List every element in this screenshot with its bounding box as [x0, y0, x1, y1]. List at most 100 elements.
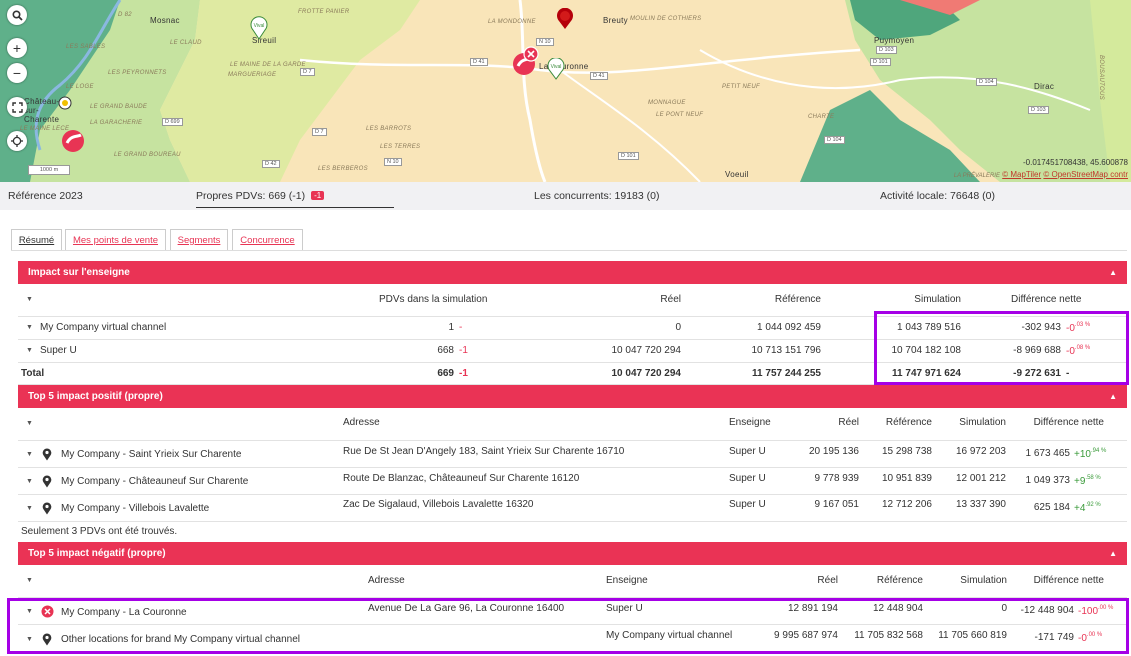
- table-row[interactable]: ▼ My Company virtual channel 1 - 0 1 044…: [18, 317, 1127, 340]
- tab-resume[interactable]: Résumé: [11, 229, 62, 250]
- table-row[interactable]: ▼ Other locations for brand My Company v…: [18, 625, 1127, 653]
- map-search-button[interactable]: [7, 5, 27, 25]
- pct-value: +9: [1074, 476, 1086, 487]
- map-label: LES PEYRONNETS: [108, 70, 167, 76]
- map-label: LA MONDONNE: [488, 19, 536, 25]
- local-activity-kpi[interactable]: Activité locale: 76648 (0): [880, 190, 995, 202]
- row-pdvs-delta: -: [459, 322, 463, 333]
- chevron-down-icon[interactable]: ▼: [26, 608, 33, 615]
- tab-concurrence[interactable]: Concurrence: [232, 229, 303, 250]
- map-label: LES TERRES: [380, 144, 421, 150]
- table-row[interactable]: ▼ My Company - La Couronne Avenue De La …: [18, 598, 1127, 625]
- table-row[interactable]: ▼ Super U 668 -1 10 047 720 294 10 713 1…: [18, 340, 1127, 363]
- competitor-marker-icon[interactable]: [556, 8, 574, 30]
- col-pdvs: PDVs dans la simulation: [379, 294, 488, 305]
- col-simulation: Simulation: [959, 417, 1006, 428]
- fullscreen-button[interactable]: [7, 97, 27, 117]
- chevron-down-icon[interactable]: ▼: [26, 347, 33, 354]
- col-simulation: Simulation: [914, 294, 961, 305]
- road-label: D 103: [1028, 106, 1049, 114]
- map[interactable]: D 82 Mosnac FROTTE PANIER LA MONDONNE Br…: [0, 0, 1131, 182]
- chevron-down-icon[interactable]: ▼: [26, 577, 33, 584]
- row-reference: 15 298 738: [881, 446, 932, 457]
- pct-decimals: .00 %: [1098, 605, 1114, 611]
- row-adresse: Rue De St Jean D'Angely 183, Saint Yriei…: [343, 446, 625, 457]
- pct-value: -100: [1078, 606, 1099, 617]
- col-simulation: Simulation: [960, 575, 1007, 586]
- map-label: MARGUERIAGE: [228, 72, 277, 78]
- map-label: LES BERBEROS: [318, 166, 368, 172]
- row-simulation: 11 705 660 819: [938, 630, 1007, 641]
- road-label: D 42: [262, 160, 280, 168]
- map-attribution: LA PRÉVALERIE © MapTiler © OpenStreetMap…: [954, 170, 1128, 179]
- total-reference: 11 757 244 255: [752, 368, 821, 379]
- tab-divider: [11, 250, 1127, 251]
- row-reference: 12 448 904: [872, 603, 923, 614]
- competitors-kpi[interactable]: Les concurrents: 19183 (0): [534, 190, 660, 202]
- row-pdvs: 668: [437, 345, 454, 356]
- osm-link[interactable]: © OpenStreetMap contr: [1043, 170, 1128, 179]
- chevron-down-icon[interactable]: ▼: [26, 324, 33, 331]
- row-pdvs-delta: -1: [459, 345, 468, 356]
- row-reel: 12 891 194: [787, 603, 838, 614]
- tab-segments[interactable]: Segments: [170, 229, 228, 250]
- col-diff: Différence nette: [1011, 294, 1082, 305]
- row-enseigne: Super U: [729, 499, 766, 510]
- chevron-down-icon[interactable]: ▼: [26, 451, 33, 458]
- total-pdvs: 669: [437, 368, 454, 379]
- map-label: LE GRAND BOUREAU: [114, 152, 181, 158]
- row-reference: 10 713 151 796: [751, 345, 821, 356]
- location-pin-icon: [42, 633, 52, 646]
- collapse-icon[interactable]: ▲: [1109, 268, 1117, 277]
- store-marker-icon[interactable]: [58, 96, 72, 110]
- impact-section-header[interactable]: Impact sur l'enseigne ▲: [18, 261, 1127, 284]
- road-label: D 7: [300, 68, 315, 76]
- chevron-down-icon[interactable]: ▼: [26, 478, 33, 485]
- positive-section-title: Top 5 impact positif (propre): [28, 391, 163, 402]
- own-pdvs-kpi[interactable]: Propres PDVs: 669 (-1) -1: [196, 190, 325, 202]
- row-reference: 10 951 839: [881, 473, 932, 484]
- chevron-down-icon[interactable]: ▼: [26, 296, 33, 303]
- total-diff: -9 272 631: [1013, 368, 1061, 379]
- pct-value: +10: [1074, 449, 1091, 460]
- store-marker-icon[interactable]: Vival: [547, 58, 565, 80]
- positive-section-header[interactable]: Top 5 impact positif (propre) ▲: [18, 385, 1127, 408]
- map-label: LE CLAUD: [170, 40, 202, 46]
- row-reel: 20 195 136: [808, 446, 859, 457]
- map-label: LES BARROTS: [366, 126, 412, 132]
- zoom-out-button[interactable]: −: [7, 63, 27, 83]
- row-pct: -0.00 %: [1078, 632, 1102, 644]
- chevron-down-icon[interactable]: ▼: [26, 636, 33, 643]
- table-row[interactable]: ▼ My Company - Saint Yrieix Sur Charente…: [18, 441, 1127, 468]
- col-enseigne: Enseigne: [606, 575, 648, 586]
- chevron-down-icon[interactable]: ▼: [26, 505, 33, 512]
- zoom-in-button[interactable]: +: [7, 38, 27, 58]
- collapse-icon[interactable]: ▲: [1109, 392, 1117, 401]
- table-row[interactable]: ▼ My Company - Châteauneuf Sur Charente …: [18, 468, 1127, 495]
- map-label: LE GRAND BAUDE: [90, 104, 148, 110]
- tab-mes-points-de-vente[interactable]: Mes points de vente: [65, 229, 166, 250]
- row-pct: -0.08 %: [1066, 345, 1090, 357]
- pct-value: -0: [1066, 323, 1075, 334]
- collapse-icon[interactable]: ▲: [1109, 549, 1117, 558]
- road-label: D 41: [470, 58, 488, 66]
- col-diff: Différence nette: [1033, 417, 1104, 428]
- locate-button[interactable]: [7, 131, 27, 151]
- row-enseigne: Super U: [729, 473, 766, 484]
- col-reel: Réel: [838, 417, 859, 428]
- col-adresse: Adresse: [343, 417, 380, 428]
- closed-store-marker-icon[interactable]: [510, 46, 540, 78]
- table-row[interactable]: ▼ My Company - Villebois Lavalette Zac D…: [18, 495, 1127, 522]
- attribution-prefix: LA PRÉVALERIE: [953, 173, 1000, 179]
- row-reel: 10 047 720 294: [611, 345, 681, 356]
- row-reel: 0: [675, 322, 681, 333]
- own-store-marker-icon[interactable]: [60, 128, 86, 154]
- impact-section-title: Impact sur l'enseigne: [28, 267, 130, 278]
- maptiler-link[interactable]: © MapTiler: [1002, 170, 1041, 179]
- row-name: Super U: [40, 345, 77, 356]
- chevron-down-icon[interactable]: ▼: [26, 420, 33, 427]
- road-label: D 101: [870, 58, 891, 66]
- negative-section-header[interactable]: Top 5 impact négatif (propre) ▲: [18, 542, 1127, 565]
- row-pdvs: 1: [448, 322, 454, 333]
- store-marker-icon[interactable]: Vival: [250, 16, 268, 40]
